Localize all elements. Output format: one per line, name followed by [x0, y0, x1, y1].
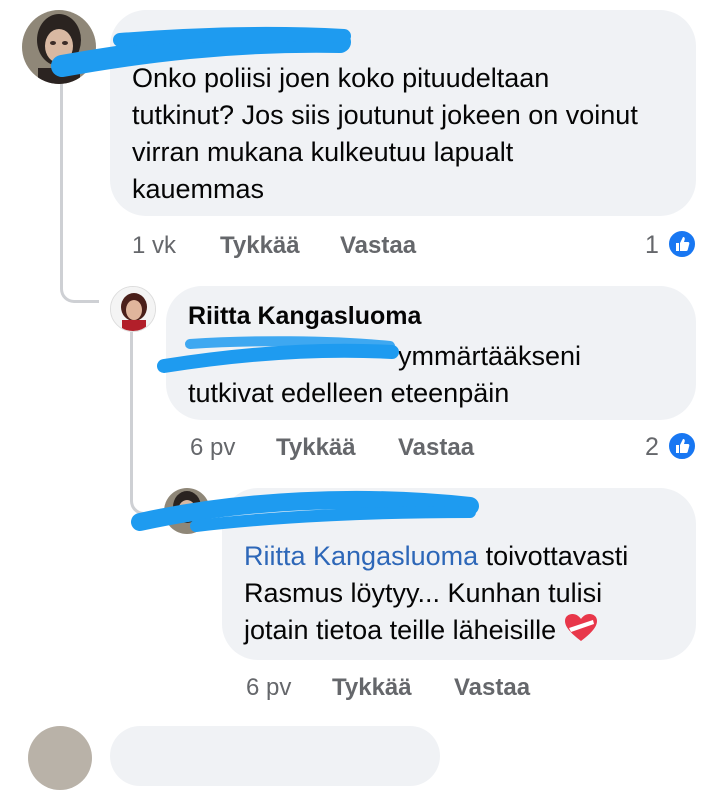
comment-timestamp[interactable]: 6 pv: [190, 434, 235, 462]
user-photo-icon: [111, 287, 155, 331]
comment-actions: 6 pv Tykkää Vastaa: [246, 674, 546, 704]
avatar[interactable]: [28, 726, 92, 790]
comment-text-body: ymmärtääkseni tutkivat edelleen eteenpäi…: [188, 341, 582, 408]
comment-timestamp[interactable]: 6 pv: [246, 674, 291, 702]
avatar[interactable]: [22, 10, 96, 84]
heart-icon: [564, 614, 597, 641]
reply-button[interactable]: Vastaa: [340, 232, 416, 260]
like-button[interactable]: Tykkää: [332, 674, 412, 702]
comment-author[interactable]: Riitta Kangasluoma: [188, 302, 421, 331]
comment-text: Onko poliisi joen koko pituudeltaan tutk…: [132, 63, 638, 204]
like-count[interactable]: 1: [645, 231, 659, 260]
reply-button[interactable]: Vastaa: [454, 674, 530, 702]
mention-link[interactable]: Riitta Kangasluoma: [244, 541, 478, 571]
comment-bubble: Onko poliisi joen koko pituudeltaan tutk…: [110, 10, 696, 216]
like-count[interactable]: 2: [645, 433, 659, 462]
reply-button[interactable]: Vastaa: [398, 434, 474, 462]
comment-actions: 1 vk Tykkää Vastaa: [132, 232, 432, 262]
thread-line-1: [60, 84, 99, 303]
thread-line-2: [130, 332, 163, 515]
avatar[interactable]: [110, 286, 156, 332]
comment-actions: 6 pv Tykkää Vastaa: [190, 434, 490, 464]
comment-bubble: [110, 726, 440, 786]
thumbs-up-icon: [667, 431, 697, 461]
comment-timestamp[interactable]: 1 vk: [132, 232, 176, 260]
user-photo-icon: [22, 10, 96, 84]
comment-text: Riitta Kangasluoma toivottavasti Rasmus …: [244, 538, 669, 649]
like-button[interactable]: Tykkää: [220, 232, 300, 260]
comment-bubble: Riitta Kangasluoma ymmärtääkseni tutkiva…: [166, 286, 696, 420]
thumbs-up-icon: [667, 229, 697, 259]
like-button[interactable]: Tykkää: [276, 434, 356, 462]
avatar[interactable]: [164, 488, 210, 534]
user-photo-icon: [164, 488, 210, 534]
comment-text: ymmärtääkseni tutkivat edelleen eteenpäi…: [188, 338, 628, 412]
comment-bubble: Riitta Kangasluoma toivottavasti Rasmus …: [222, 488, 696, 660]
